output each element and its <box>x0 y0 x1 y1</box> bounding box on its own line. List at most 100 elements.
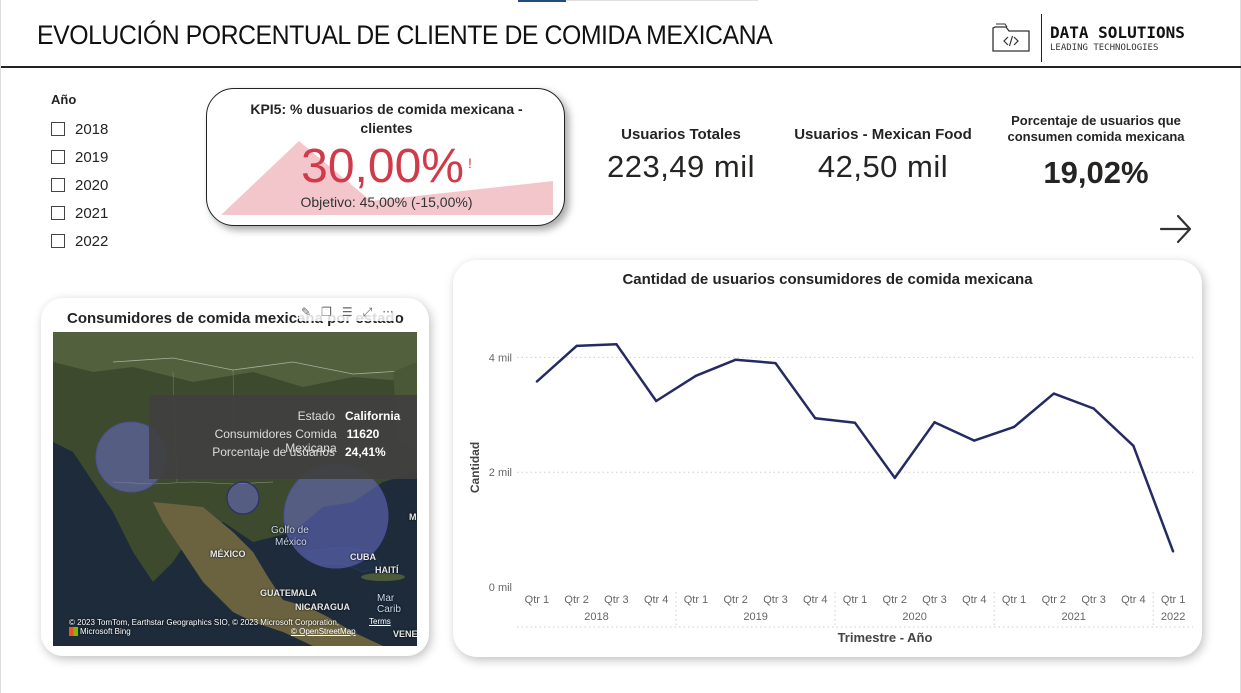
tooltip-value: 11620 <box>346 427 380 441</box>
map-label-gulf-line2: México <box>275 537 307 548</box>
x-axis-title: Trimestre - Año <box>838 630 933 645</box>
card-mexican-users[interactable]: Usuarios - Mexican Food 42,50 mil <box>791 126 975 185</box>
data-point <box>1171 550 1175 553</box>
copy-icon[interactable]: ❐ <box>321 305 332 320</box>
x-tick-label: Qtr 4 <box>803 594 827 606</box>
filter-icon[interactable]: ☰ <box>342 305 353 320</box>
map-osm-link[interactable]: © OpenStreetMap <box>291 627 356 636</box>
x-tick-label: Qtr 1 <box>843 594 867 606</box>
x-year-label: 2018 <box>584 611 608 623</box>
data-point <box>774 361 777 365</box>
slicer-item-label: 2018 <box>75 120 109 138</box>
slicer-item-2019[interactable]: 2019 <box>51 143 108 171</box>
slicer-title: Año <box>51 92 77 107</box>
slicer-item-2020[interactable]: 2020 <box>51 171 108 199</box>
data-point <box>734 358 737 361</box>
x-tick-label: Qtr 2 <box>564 594 588 606</box>
card-label: Usuarios - Mexican Food <box>794 126 972 143</box>
map-label-edge: M <box>409 512 417 522</box>
map-bubbles <box>95 421 389 569</box>
x-tick-label: Qtr 1 <box>684 594 708 606</box>
focus-mode-icon[interactable]: ⤢ <box>363 305 373 320</box>
line-chart-visual[interactable]: Cantidad de usuarios consumidores de com… <box>453 260 1202 657</box>
checkbox[interactable] <box>51 150 65 164</box>
more-options-icon[interactable]: ··· <box>382 305 393 320</box>
line-chart: 0 mil 2 mil 4 mil Qtr 1 Qtr 2 Qtr 3 Qtr 4 Qtr 1… <box>468 342 1193 645</box>
card-label-line2: consumen comida mexicana <box>1007 129 1185 144</box>
data-point <box>1092 407 1095 410</box>
tooltip-key: Consumidores Comida Mexicana <box>214 427 337 455</box>
data-point <box>1132 444 1135 447</box>
map-label-gulf-2: México <box>275 537 307 548</box>
slicer-item-label: 2019 <box>75 148 109 166</box>
pin-icon[interactable]: ✎ <box>301 305 311 320</box>
x-year-label: 2020 <box>902 611 926 623</box>
tooltip-value: California <box>345 409 401 423</box>
x-tick-label: Qtr 2 <box>723 594 747 606</box>
kpi-alert-icon: ! <box>467 155 472 171</box>
map-label-caribbean: Mar Carib <box>377 593 401 615</box>
map-label-haiti: HAITÍ <box>375 565 399 575</box>
checkbox[interactable] <box>51 178 65 192</box>
map-label-venezuela: VENE <box>393 629 417 639</box>
checkbox[interactable] <box>51 234 65 248</box>
kpi-value-text: 30,00% <box>301 140 464 193</box>
checkbox[interactable] <box>51 206 65 220</box>
tooltip-row-state: Estado California <box>165 409 401 427</box>
map-label-gulf-line1: Golfo de <box>271 525 309 536</box>
x-tick-label: Qtr 4 <box>644 594 668 606</box>
y-tick-label: 4 mil <box>489 352 512 364</box>
card-value: 19,02% <box>1043 155 1149 190</box>
slicer-item-2021[interactable]: 2021 <box>51 199 108 227</box>
card-label: Usuarios Totales <box>621 126 741 143</box>
map-canvas[interactable]: Golfo de México MÉXICO CUBA HAITÍ GUATEM… <box>53 332 417 646</box>
x-tick-label: Qtr 4 <box>1121 594 1145 606</box>
tooltip-row-pct: Porcentaje de usuarios 24,41% <box>165 445 401 463</box>
report-header: EVOLUCIÓN PORCENTUAL DE CLIENTE DE COMID… <box>1 0 1241 68</box>
slicer-item-2018[interactable]: 2018 <box>51 115 108 143</box>
x-tick-label: Qtr 4 <box>962 594 986 606</box>
map-label-nicaragua: NICARAGUA <box>295 602 350 612</box>
report-page: EVOLUCIÓN PORCENTUAL DE CLIENTE DE COMID… <box>0 0 1241 693</box>
arrow-right-icon[interactable] <box>1159 212 1193 246</box>
card-total-users[interactable]: Usuarios Totales 223,49 mil <box>601 126 761 185</box>
series-line <box>536 342 1175 552</box>
checkbox[interactable] <box>51 122 65 136</box>
bing-label: Microsoft Bing <box>80 627 131 636</box>
kpi-value: 30,00%! <box>207 139 564 194</box>
map-credit-line: © 2023 TomTom, Earthstar Geographics SIO… <box>69 618 339 627</box>
map-terms-link[interactable]: Terms <box>369 617 391 626</box>
kpi-card[interactable]: KPI5: % dusuarios de comida mexicana - c… <box>206 88 565 226</box>
map-label-cuba: CUBA <box>350 552 376 562</box>
visual-header-toolbar: ✎ ❐ ☰ ⤢ ··· <box>299 304 396 321</box>
data-point <box>814 417 817 420</box>
kpi-goal: Objetivo: 45,00% (-15,00%) <box>300 194 473 210</box>
card-label-line1: Porcentaje de usuarios que <box>1011 113 1181 128</box>
x-tick-label: Qtr 3 <box>604 594 628 606</box>
card-value: 42,50 mil <box>817 149 949 184</box>
y-tick-label: 0 mil <box>489 582 512 594</box>
slicer-item-2022[interactable]: 2022 <box>51 227 108 255</box>
kpi-title: KPI5: % dusuarios de comida mexicana - c… <box>250 101 523 136</box>
x-year-label: 2022 <box>1161 611 1185 623</box>
microsoft-logo-icon <box>69 627 78 637</box>
tooltip-value: 24,41% <box>345 445 386 459</box>
data-point <box>694 374 698 377</box>
y-axis-title: Cantidad <box>468 442 482 493</box>
card-label: Porcentaje de usuarios que consumen comid… <box>997 113 1195 145</box>
page-title: EVOLUCIÓN PORCENTUAL DE CLIENTE DE COMID… <box>37 20 773 50</box>
slicer-item-label: 2021 <box>75 204 109 222</box>
slicer-item-label: 2020 <box>75 176 109 194</box>
data-point <box>893 476 896 480</box>
year-slicer: Año 2018 2019 2020 2021 2022 <box>51 92 108 255</box>
x-tick-label: Qtr 3 <box>1081 594 1105 606</box>
tooltip-key: Porcentaje de usuarios <box>212 445 335 459</box>
map-visual[interactable]: Consumidores de comida mexicana por esta… <box>41 298 429 656</box>
data-point <box>933 421 936 424</box>
card-mexican-pct[interactable]: Porcentaje de usuarios que consumen comid… <box>997 113 1195 191</box>
data-point <box>973 439 976 442</box>
map-label-gulf: Golfo de <box>271 525 309 536</box>
data-point <box>654 399 658 403</box>
x-tick-label: Qtr 2 <box>1042 594 1066 606</box>
map-label-mexico: MÉXICO <box>210 549 246 559</box>
